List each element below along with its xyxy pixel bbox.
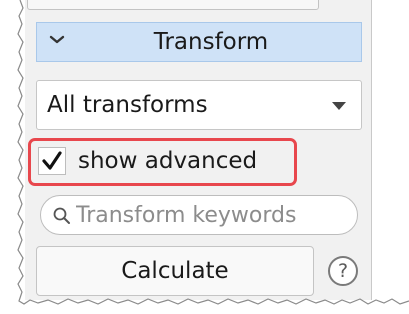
previous-control-edge xyxy=(27,0,319,10)
adjacent-pane xyxy=(372,0,409,314)
panel-divider xyxy=(371,0,372,300)
screenshot-stage: Transform All transforms show advanced C… xyxy=(0,0,409,314)
show-advanced-checkbox-row[interactable]: show advanced xyxy=(36,144,292,180)
checkmark-icon xyxy=(42,151,62,170)
section-title: Transform xyxy=(153,29,269,55)
search-input[interactable] xyxy=(76,200,354,230)
help-icon[interactable]: ? xyxy=(328,256,358,286)
search-icon xyxy=(53,207,70,224)
calculate-button[interactable]: Calculate xyxy=(36,246,314,296)
dropdown-selected-value: All transforms xyxy=(47,92,208,118)
transform-keyword-search[interactable] xyxy=(40,195,358,235)
transform-filter-dropdown[interactable]: All transforms xyxy=(36,80,362,130)
caret-down-icon xyxy=(332,102,346,110)
transform-section-header[interactable]: Transform xyxy=(36,22,362,62)
show-advanced-label: show advanced xyxy=(78,148,258,174)
show-advanced-checkbox[interactable] xyxy=(38,147,66,175)
